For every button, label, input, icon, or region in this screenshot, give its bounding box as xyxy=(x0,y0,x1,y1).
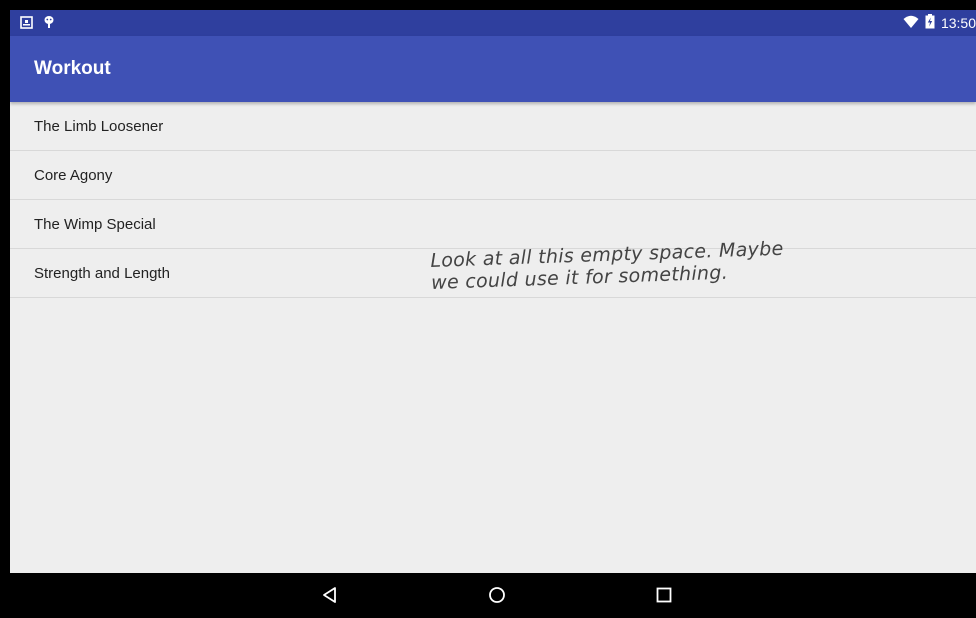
list-item[interactable]: Core Agony xyxy=(10,151,976,200)
status-bar: 13:50 xyxy=(10,10,976,36)
battery-charging-icon xyxy=(925,14,935,32)
list-item[interactable]: The Wimp Special xyxy=(10,200,976,249)
device-frame: 13:50 Workout The Limb Loosener Core Ago… xyxy=(0,0,976,618)
android-debug-icon xyxy=(43,15,55,34)
status-time: 13:50 xyxy=(940,15,976,31)
app-title: Workout xyxy=(34,58,111,79)
wifi-icon xyxy=(903,15,919,32)
screen: 13:50 Workout The Limb Loosener Core Ago… xyxy=(10,10,976,618)
list-item[interactable]: The Limb Loosener xyxy=(10,102,976,151)
download-notification-icon xyxy=(20,15,33,34)
status-left-icons xyxy=(20,15,55,34)
navigation-bar xyxy=(10,573,976,618)
list-item-label: The Limb Loosener xyxy=(34,118,164,135)
list-item-label: Core Agony xyxy=(34,167,113,184)
list-item-label: The Wimp Special xyxy=(34,216,156,233)
back-icon[interactable] xyxy=(318,583,342,607)
home-icon[interactable] xyxy=(485,583,509,607)
list-item-label: Strength and Length xyxy=(34,265,170,282)
status-right-icons: 13:50 xyxy=(903,14,976,32)
app-bar: Workout xyxy=(10,36,976,102)
recents-icon[interactable] xyxy=(652,583,676,607)
